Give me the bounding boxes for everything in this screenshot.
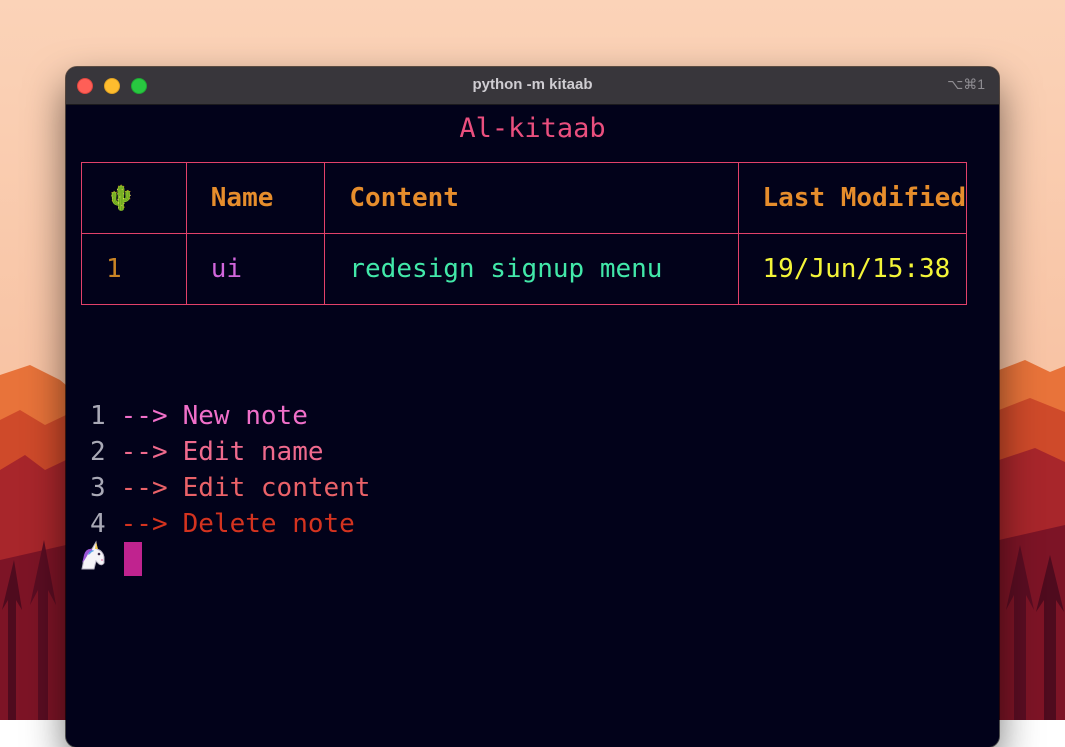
menu-item-arrow: -->: [120, 437, 168, 467]
menu-item-number: 3: [90, 473, 106, 503]
menu-item-new-note: 1 --> New note: [90, 398, 370, 434]
menu-item-number: 2: [90, 437, 106, 467]
app-title: Al-kitaab: [459, 113, 606, 144]
table-header-row: 🌵 Name Content Last Modified: [81, 162, 967, 234]
note-name-cell: ui: [185, 233, 326, 305]
menu-item-delete-note: 4 --> Delete note: [90, 506, 370, 542]
text-cursor[interactable]: [124, 542, 142, 576]
menu-item-arrow: -->: [120, 509, 168, 539]
menu-item-number: 4: [90, 509, 106, 539]
menu-item-label: New note: [182, 401, 308, 431]
menu-item-label: Edit content: [182, 473, 371, 503]
note-id-cell: 1: [81, 233, 187, 305]
menu-item-edit-name: 2 --> Edit name: [90, 434, 370, 470]
column-header-last-modified: Last Modified: [737, 162, 967, 234]
column-header-content: Content: [324, 162, 739, 234]
action-menu: 1 --> New note 2 --> Edit name 3 --> Edit cont…: [90, 398, 370, 542]
unicorn-icon: [81, 540, 105, 570]
terminal-content[interactable]: Al-kitaab 🌵 Name Content Last Modified 1…: [66, 105, 999, 747]
terminal-window: python -m kitaab ⌥⌘1 Al-kitaab 🌵 Name Co…: [66, 67, 999, 747]
column-header-name: Name: [185, 162, 326, 234]
menu-item-label: Delete note: [182, 509, 355, 539]
cactus-icon: 🌵: [106, 184, 136, 212]
window-title: python -m kitaab: [472, 76, 593, 93]
note-modified-cell: 19/Jun/15:38: [737, 233, 967, 305]
notes-table: 🌵 Name Content Last Modified 1 ui redesi…: [81, 162, 967, 305]
header-icon-cell: 🌵: [81, 162, 187, 234]
menu-item-label: Edit name: [182, 437, 324, 467]
title-bar: python -m kitaab ⌥⌘1: [66, 67, 999, 105]
menu-item-arrow: -->: [120, 473, 168, 503]
note-content-cell: redesign signup menu: [324, 233, 739, 305]
menu-item-arrow: -->: [120, 401, 168, 431]
menu-item-number: 1: [90, 401, 106, 431]
window-shortcut: ⌥⌘1: [947, 76, 985, 92]
table-row: 1 ui redesign signup menu 19/Jun/15:38: [81, 233, 967, 305]
menu-item-edit-content: 3 --> Edit content: [90, 470, 370, 506]
